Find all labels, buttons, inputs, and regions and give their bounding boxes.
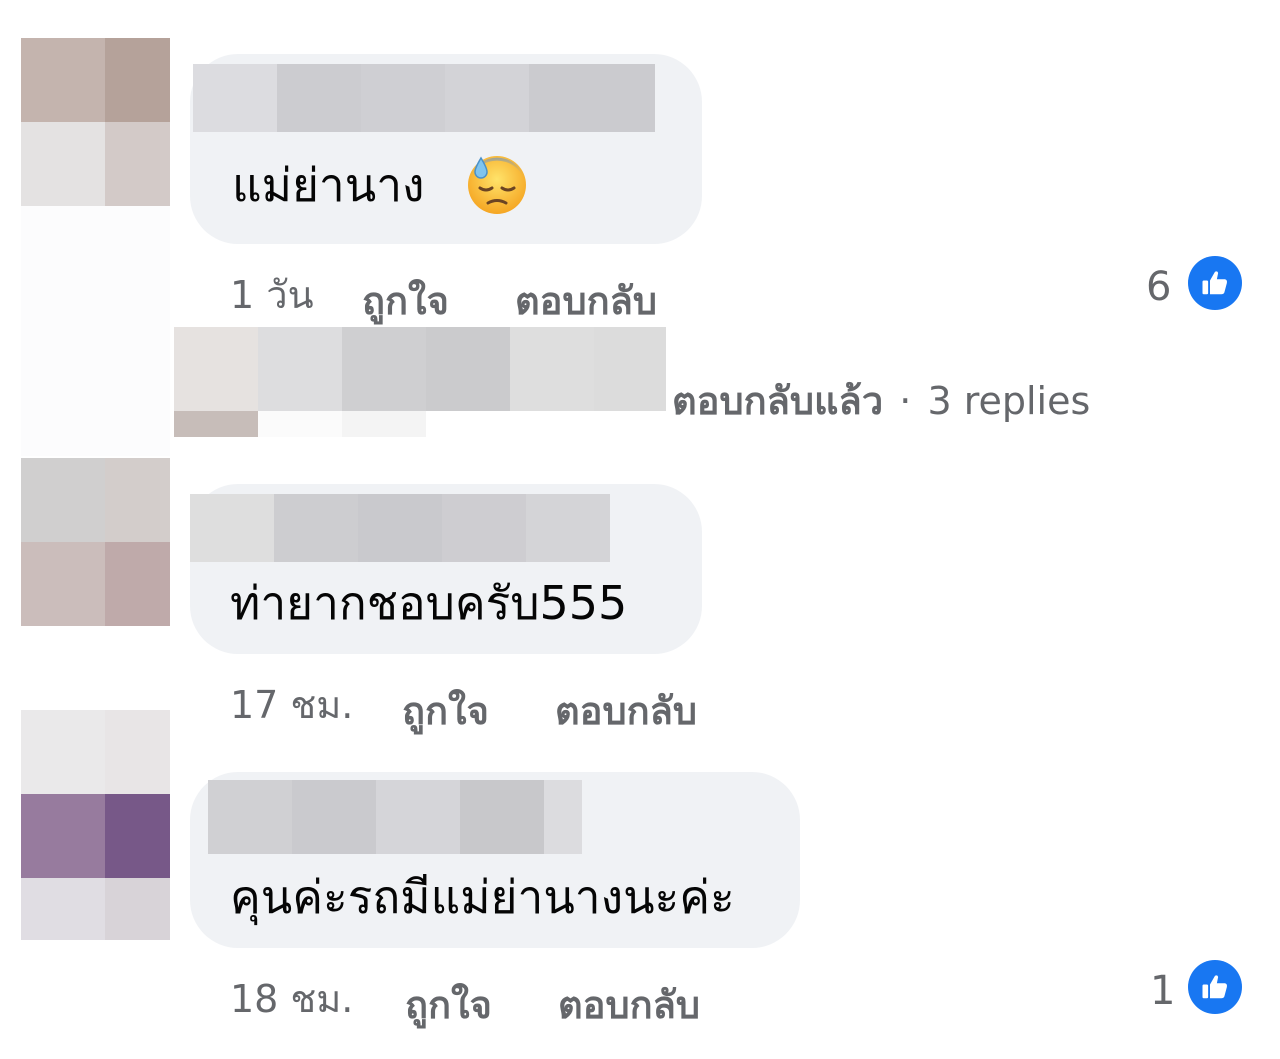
- reply-author-avatars-blurred[interactable]: [174, 327, 666, 437]
- replied-label[interactable]: ตอบกลับแล้ว: [672, 379, 883, 423]
- reply-button[interactable]: ตอบกลับ: [515, 270, 657, 331]
- avatar[interactable]: [21, 710, 170, 940]
- downcast-face-with-sweat-icon: [468, 156, 526, 214]
- separator-dot: ·: [899, 379, 912, 423]
- reaction-count[interactable]: 1: [1150, 968, 1175, 1014]
- thumbs-up-glyph: [1202, 975, 1227, 999]
- comment-time[interactable]: 17 ชม.: [230, 674, 353, 735]
- like-button[interactable]: ถูกใจ: [405, 974, 492, 1035]
- avatar-fade: [21, 206, 170, 456]
- like-button[interactable]: ถูกใจ: [362, 270, 449, 331]
- reply-button[interactable]: ตอบกลับ: [555, 680, 697, 741]
- comment-time[interactable]: 18 ชม.: [230, 968, 353, 1029]
- avatar[interactable]: [21, 38, 170, 206]
- reply-button[interactable]: ตอบกลับ: [558, 974, 700, 1035]
- author-name-blurred[interactable]: [190, 494, 610, 562]
- comment-text: แม่ย่านาง: [232, 158, 425, 212]
- replies-count[interactable]: 3 replies: [927, 379, 1090, 423]
- view-replies-link[interactable]: ตอบกลับแล้ว · 3 replies: [672, 370, 1090, 431]
- author-name-blurred[interactable]: [193, 64, 655, 132]
- like-button[interactable]: ถูกใจ: [402, 680, 489, 741]
- avatar[interactable]: [21, 458, 170, 626]
- thumbs-up-icon[interactable]: [1188, 960, 1242, 1014]
- author-name-blurred[interactable]: [208, 780, 582, 854]
- thumbs-up-glyph: [1202, 271, 1227, 295]
- thumbs-up-icon[interactable]: [1188, 256, 1242, 310]
- comment-time[interactable]: 1 วัน: [230, 264, 314, 325]
- comment-text: คุนค่ะรถมีแม่ย่านางนะค่ะ: [230, 870, 735, 924]
- reaction-count[interactable]: 6: [1146, 264, 1171, 310]
- comment-text: ท่ายากชอบครับ555: [230, 576, 628, 630]
